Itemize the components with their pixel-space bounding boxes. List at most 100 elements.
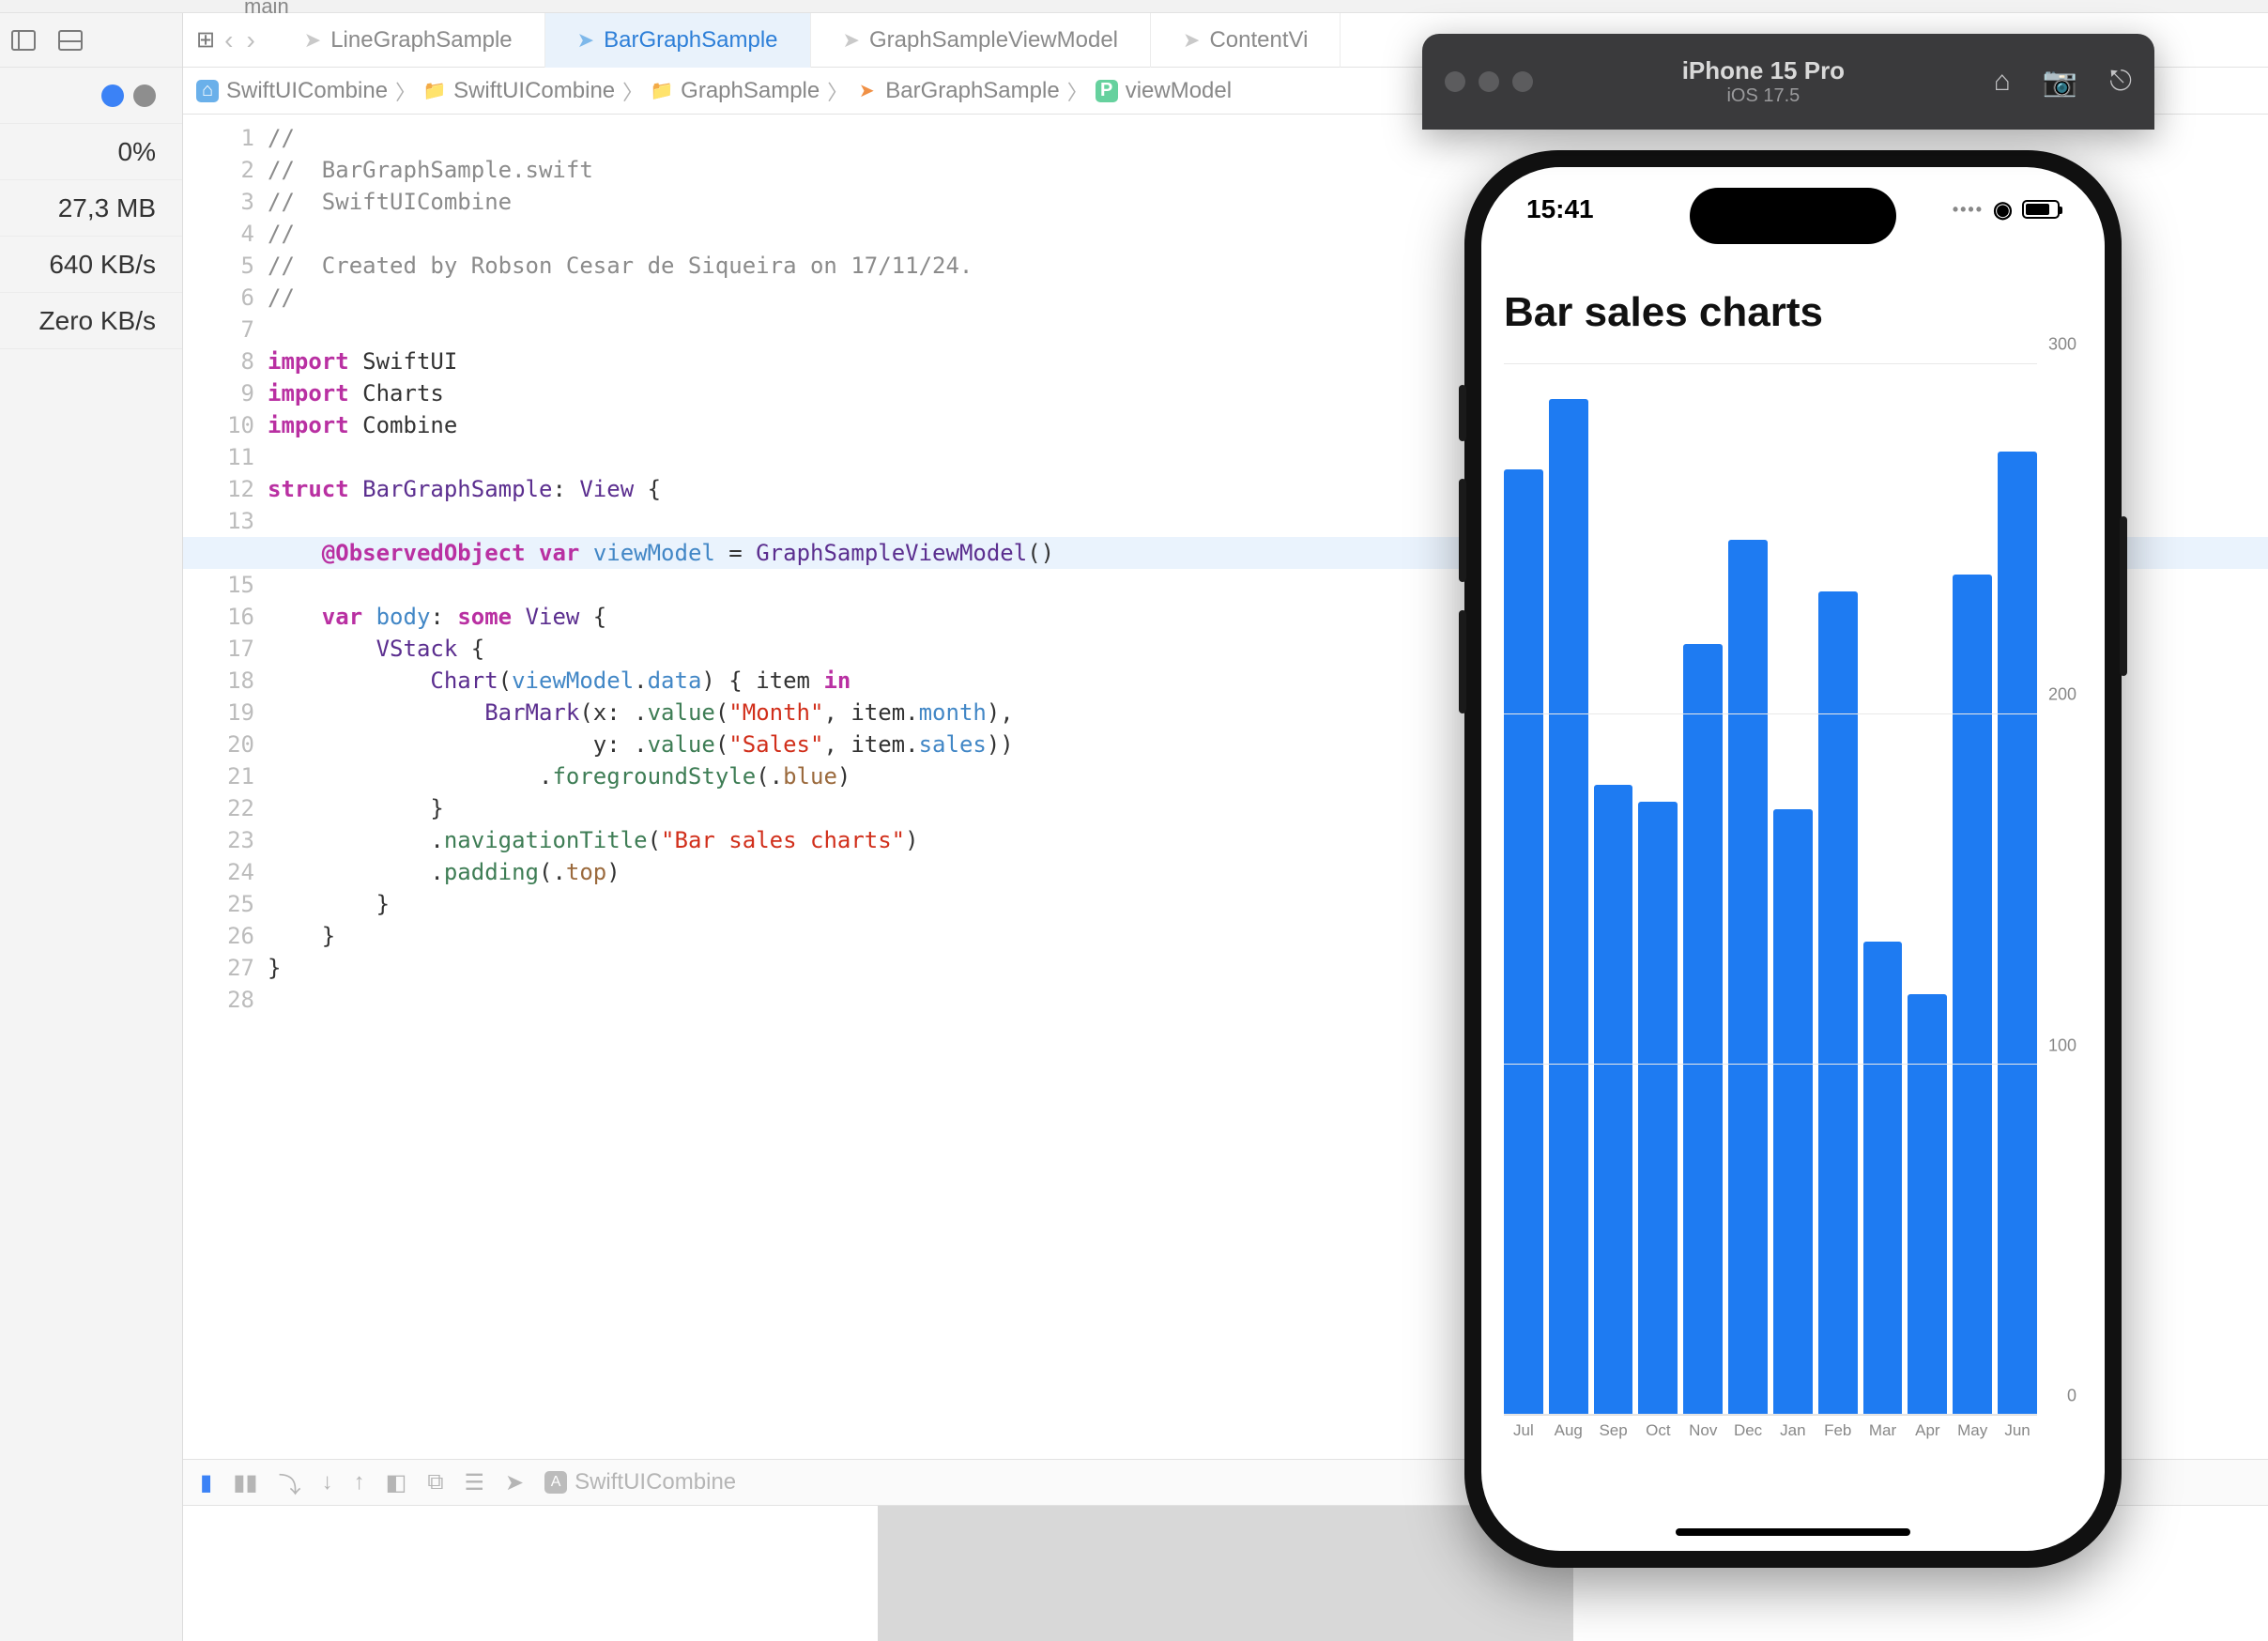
chart-bar bbox=[1683, 644, 1723, 1415]
chart-bar bbox=[1638, 802, 1678, 1415]
tab-label: ContentVi bbox=[1209, 27, 1308, 54]
property-icon: P bbox=[1096, 80, 1118, 102]
folder-icon: 📁 bbox=[423, 80, 446, 102]
home-icon[interactable]: ⌂ bbox=[1994, 66, 2011, 99]
related-items-icon[interactable]: ⊞ bbox=[196, 26, 215, 54]
stat-percent: 0% bbox=[0, 124, 182, 180]
chart-bar bbox=[1594, 785, 1633, 1415]
x-axis-tick: Jul bbox=[1504, 1421, 1543, 1440]
x-axis-tick: Jan bbox=[1773, 1421, 1813, 1440]
x-axis-tick: Jun bbox=[1998, 1421, 2037, 1440]
iphone-device-frame: 15:41 •••• ◉ Bar sales charts 0 100 200 300… bbox=[1464, 150, 2122, 1568]
x-axis-tick: Aug bbox=[1549, 1421, 1588, 1440]
x-axis-tick: Dec bbox=[1728, 1421, 1768, 1440]
dynamic-island bbox=[1690, 188, 1896, 244]
chevron-right-icon: 〉 bbox=[827, 76, 848, 106]
zoom-window-icon[interactable] bbox=[1512, 71, 1533, 92]
stat-row-cpu bbox=[0, 68, 182, 124]
swift-file-icon: ➤ bbox=[843, 28, 860, 53]
close-window-icon[interactable] bbox=[1445, 71, 1465, 92]
debug-target-label[interactable]: SwiftUICombine bbox=[575, 1469, 736, 1495]
simulator-os-label: iOS 17.5 bbox=[1533, 85, 1994, 107]
debug-view-icon[interactable]: ◧ bbox=[386, 1469, 407, 1496]
breadcrumb-item[interactable]: BarGraphSample bbox=[885, 78, 1059, 104]
cellular-icon: •••• bbox=[1953, 200, 1984, 220]
mute-switch[interactable] bbox=[1459, 385, 1466, 441]
tab-bargraphsample[interactable]: ➤ BarGraphSample bbox=[545, 13, 811, 68]
breadcrumb-item[interactable]: viewModel bbox=[1126, 78, 1232, 104]
app-icon: ⌂ bbox=[196, 80, 219, 102]
y-axis-tick: 300 bbox=[2048, 335, 2076, 355]
tab-label: LineGraphSample bbox=[330, 27, 512, 54]
breadcrumb-item[interactable]: GraphSample bbox=[681, 78, 820, 104]
swift-file-icon: ➤ bbox=[855, 80, 878, 102]
chart-bar bbox=[1863, 942, 1903, 1415]
home-indicator[interactable] bbox=[1676, 1528, 1910, 1536]
debug-memory-icon[interactable]: ☰ bbox=[464, 1469, 484, 1496]
variables-view[interactable] bbox=[183, 1506, 878, 1641]
x-axis-tick: Mar bbox=[1863, 1421, 1903, 1440]
x-axis-tick: May bbox=[1953, 1421, 1992, 1440]
stat-memory: 27,3 MB bbox=[0, 180, 182, 237]
activity-badge-icon bbox=[101, 84, 124, 107]
status-time: 15:41 bbox=[1526, 194, 1594, 224]
chart-bar bbox=[1818, 591, 1858, 1415]
x-axis-tick: Sep bbox=[1594, 1421, 1633, 1440]
device-screen[interactable]: 15:41 •••• ◉ Bar sales charts 0 100 200 300… bbox=[1481, 167, 2105, 1551]
chevron-right-icon: 〉 bbox=[395, 76, 416, 106]
swift-file-icon: ➤ bbox=[577, 28, 594, 53]
step-over-icon[interactable]: ⤵ bbox=[279, 1466, 301, 1499]
y-axis-tick: 200 bbox=[2048, 685, 2076, 705]
pause-icon[interactable]: ▮▮ bbox=[233, 1469, 257, 1496]
tab-label: BarGraphSample bbox=[604, 27, 777, 54]
stat-network: Zero KB/s bbox=[0, 293, 182, 349]
chart-bar bbox=[1504, 469, 1543, 1415]
y-axis-tick: 0 bbox=[2067, 1387, 2076, 1406]
left-sidebar: 0% 27,3 MB 640 KB/s Zero KB/s bbox=[0, 13, 183, 1641]
x-axis-tick: Apr bbox=[1908, 1421, 1947, 1440]
swift-file-icon: ➤ bbox=[304, 28, 321, 53]
minimize-window-icon[interactable] bbox=[1479, 71, 1499, 92]
rotate-icon[interactable]: ⎋ bbox=[2109, 66, 2132, 99]
chart-bar bbox=[1998, 452, 2037, 1415]
x-axis-tick: Feb bbox=[1818, 1421, 1858, 1440]
simulator-window[interactable]: iPhone 15 Pro iOS 17.5 ⌂ 📷 ⎋ bbox=[1422, 34, 2154, 130]
chevron-right-icon: 〉 bbox=[1067, 76, 1088, 106]
volume-down-button[interactable] bbox=[1459, 610, 1466, 713]
power-button[interactable] bbox=[2120, 516, 2127, 676]
tab-linegraphsample[interactable]: ➤ LineGraphSample bbox=[272, 13, 545, 68]
y-axis-tick: 100 bbox=[2048, 1035, 2076, 1055]
screenshot-icon[interactable]: 📷 bbox=[2043, 66, 2077, 99]
list-view-icon[interactable] bbox=[58, 30, 83, 51]
breadcrumb-item[interactable]: SwiftUICombine bbox=[226, 78, 388, 104]
app-target-icon: A bbox=[544, 1471, 567, 1494]
tab-graphsampleviewmodel[interactable]: ➤ GraphSampleViewModel bbox=[811, 13, 1151, 68]
chart-bar bbox=[1728, 540, 1768, 1416]
volume-up-button[interactable] bbox=[1459, 479, 1466, 582]
folder-icon: 📁 bbox=[651, 80, 673, 102]
breadcrumb-item[interactable]: SwiftUICombine bbox=[453, 78, 615, 104]
nav-forward-icon[interactable]: › bbox=[242, 25, 258, 55]
swift-file-icon: ➤ bbox=[1183, 28, 1200, 53]
debug-hierarchy-icon[interactable]: ⧉ bbox=[427, 1469, 443, 1495]
panel-toggle-icon[interactable] bbox=[11, 30, 36, 51]
breakpoint-toggle-icon[interactable]: ▮ bbox=[200, 1469, 212, 1496]
step-out-icon[interactable]: ↑ bbox=[354, 1469, 365, 1495]
chart-bar bbox=[1549, 399, 1588, 1415]
chart-title: Bar sales charts bbox=[1504, 289, 2082, 336]
step-into-icon[interactable]: ↓ bbox=[322, 1469, 333, 1495]
stat-disk: 640 KB/s bbox=[0, 237, 182, 293]
x-axis-tick: Nov bbox=[1683, 1421, 1723, 1440]
chart-bar bbox=[1953, 575, 1992, 1415]
tab-contentview[interactable]: ➤ ContentVi bbox=[1151, 13, 1341, 68]
debug-location-icon[interactable]: ➤ bbox=[505, 1469, 524, 1496]
chart-bar bbox=[1908, 994, 1947, 1415]
bar-chart: 0100200300 bbox=[1504, 364, 2082, 1416]
x-axis-tick: Oct bbox=[1638, 1421, 1678, 1440]
tab-label: GraphSampleViewModel bbox=[869, 27, 1118, 54]
chevron-right-icon: 〉 bbox=[622, 76, 643, 106]
split-handle[interactable] bbox=[878, 1506, 1572, 1641]
nav-back-icon[interactable]: ‹ bbox=[221, 25, 237, 55]
wifi-icon: ◉ bbox=[1993, 196, 2013, 223]
pause-badge-icon bbox=[133, 84, 156, 107]
